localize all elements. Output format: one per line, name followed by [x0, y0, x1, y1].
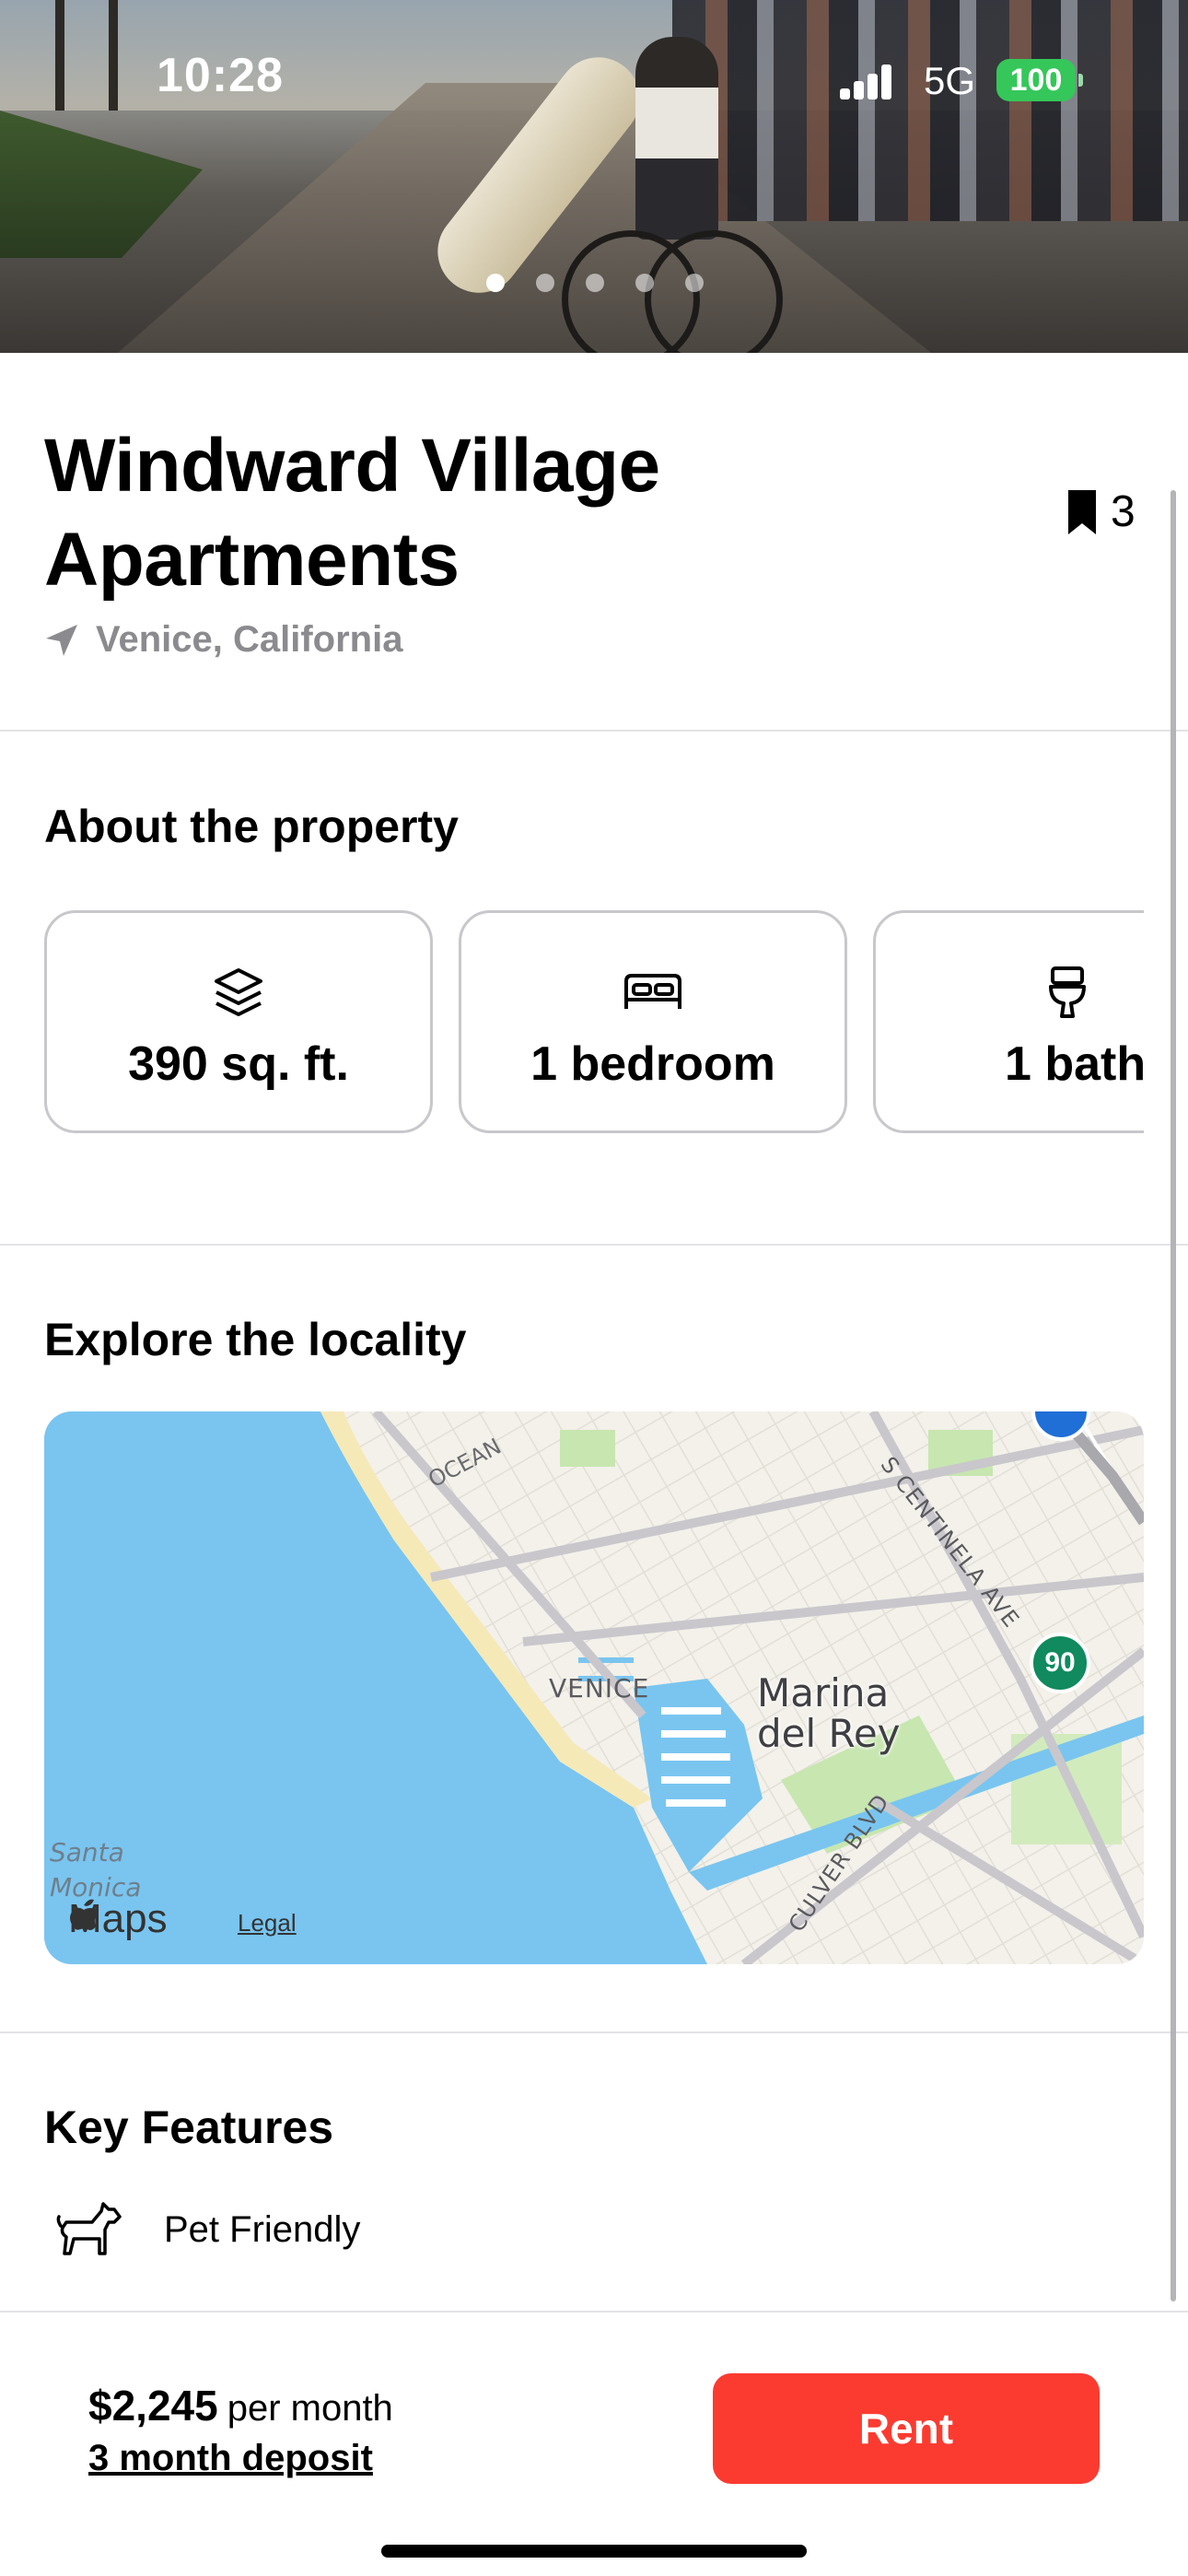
home-indicator[interactable]: [381, 2545, 807, 2558]
bed-icon: [624, 974, 681, 1009]
bookmark-count: 3: [1111, 487, 1136, 536]
divider: [0, 1244, 1188, 1246]
feature-label: Pet Friendly: [164, 2208, 361, 2250]
status-time: 10:28: [157, 49, 284, 102]
stat-value: 1 bath: [1005, 1037, 1144, 1091]
map-label-marina-del-rey: Marina del Rey: [757, 1673, 901, 1754]
hero-photo[interactable]: 10:28 5G 100: [0, 0, 1188, 353]
map-label-line: Santa: [50, 1837, 124, 1868]
map-label-venice: VENICE: [549, 1673, 650, 1704]
stat-card-bedrooms[interactable]: 1 bedroom: [459, 910, 847, 1133]
layers-icon: [215, 968, 262, 1016]
page-dot[interactable]: [486, 274, 505, 292]
dog-icon: [56, 2202, 122, 2255]
route-90-shield: 90: [1030, 1633, 1090, 1693]
stat-card-area[interactable]: 390 sq. ft.: [44, 910, 433, 1133]
stat-value: 1 bedroom: [530, 1037, 775, 1091]
location-text: Venice, California: [96, 619, 403, 660]
divider: [0, 730, 1188, 732]
listing-title: Windward Village Apartments: [44, 424, 660, 602]
about-heading: About the property: [44, 801, 459, 852]
network-type: 5G: [924, 59, 976, 102]
property-stats-carousel[interactable]: 390 sq. ft. 1 bedroom 1 bath: [44, 910, 1144, 1135]
price-unit: per month: [227, 2388, 393, 2429]
page-dot[interactable]: [586, 274, 604, 292]
features-heading: Key Features: [44, 2102, 334, 2153]
page-dot[interactable]: [536, 274, 554, 292]
toilet-icon: [1049, 966, 1086, 1018]
listing-location: Venice, California: [44, 619, 402, 661]
bottom-bar: $2,245 per month 3 month deposit Rent: [0, 2313, 1188, 2576]
divider: [0, 2032, 1188, 2033]
bookmark-icon: [1068, 489, 1096, 534]
rent-button[interactable]: Rent: [713, 2373, 1100, 2484]
locality-heading: Explore the locality: [44, 1314, 467, 1365]
map-label-santa-monica: Santa Monica: [50, 1835, 141, 1905]
apple-maps-logo: Maps: [68, 1896, 168, 1942]
scrollbar[interactable]: [1171, 490, 1176, 2301]
status-bar: 10:28 5G 100: [0, 0, 1188, 147]
stat-value: 390 sq. ft.: [128, 1037, 349, 1091]
apple-icon: [70, 1899, 99, 1930]
price-amount: $2,245: [88, 2382, 218, 2430]
page-dot[interactable]: [635, 274, 654, 292]
battery-icon: 100: [996, 59, 1083, 101]
price: $2,245 per month: [88, 2381, 393, 2430]
deposit-link[interactable]: 3 month deposit: [88, 2438, 373, 2479]
map-legal-link[interactable]: Legal: [238, 1909, 297, 1938]
gallery-page-indicator[interactable]: [486, 274, 704, 292]
page-dot[interactable]: [685, 274, 704, 292]
map-label-line: del Rey: [757, 1711, 901, 1756]
bookmark-button[interactable]: 3: [1066, 486, 1136, 537]
stat-card-bathrooms[interactable]: 1 bath: [873, 910, 1144, 1133]
feature-item-pet-friendly: Pet Friendly: [53, 2200, 360, 2259]
location-arrow-icon: [46, 624, 77, 656]
locality-map[interactable]: OCEAN S CENTINELA AVE VENICE Marina del …: [44, 1411, 1144, 1964]
signal-icon: [840, 64, 891, 100]
map-label-line: Marina: [757, 1670, 890, 1715]
